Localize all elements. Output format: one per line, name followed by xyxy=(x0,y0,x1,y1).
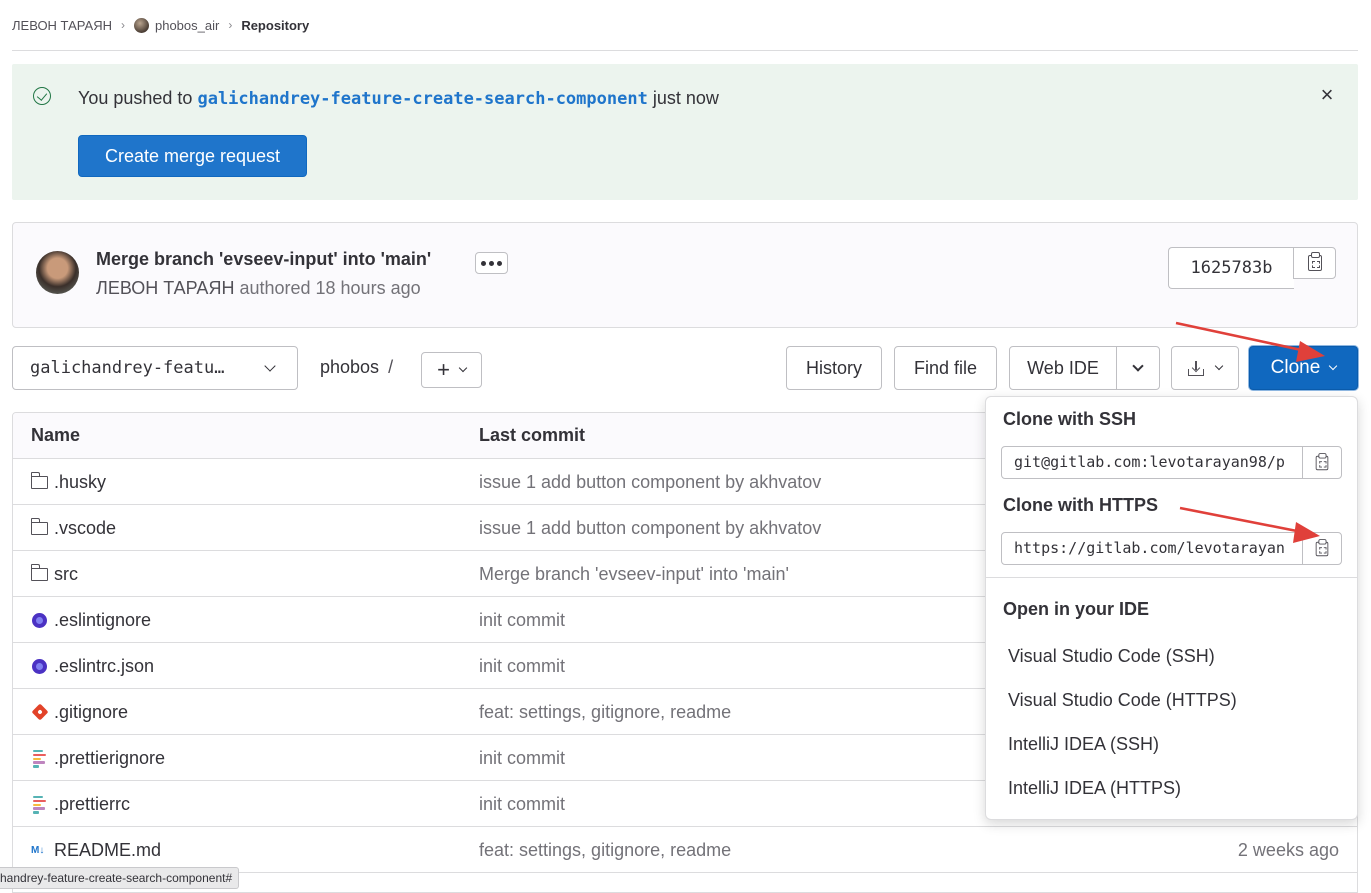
chevron-down-icon xyxy=(264,360,276,372)
clone-button[interactable]: Clone xyxy=(1249,346,1358,390)
eslint-icon xyxy=(32,659,47,674)
clone-ssh-heading: Clone with SSH xyxy=(1003,409,1137,429)
chevron-right-icon: › xyxy=(228,18,233,32)
add-to-tree-dropdown[interactable]: + xyxy=(421,352,482,388)
breadcrumb-project[interactable]: phobos_air xyxy=(155,18,219,33)
web-ide-options-button[interactable] xyxy=(1116,346,1160,390)
close-icon[interactable]: × xyxy=(1316,84,1338,106)
divider xyxy=(986,577,1357,578)
chevron-down-icon xyxy=(458,363,468,373)
file-name-link[interactable]: .prettierignore xyxy=(54,748,165,769)
ide-option-vscode-ssh[interactable]: Visual Studio Code (SSH) xyxy=(1008,646,1215,667)
file-name-link[interactable]: .husky xyxy=(54,472,106,493)
repo-path-root[interactable]: phobos xyxy=(320,357,379,377)
commit-message-link[interactable]: init commit xyxy=(479,656,565,677)
last-commit-panel: Merge branch 'evseev-input' into 'main' … xyxy=(12,222,1358,328)
ide-option-intellij-ssh[interactable]: IntelliJ IDEA (SSH) xyxy=(1008,734,1159,755)
chevron-down-icon xyxy=(1214,361,1224,371)
ide-option-vscode-https[interactable]: Visual Studio Code (HTTPS) xyxy=(1008,690,1237,711)
commit-sha[interactable]: 1625783b xyxy=(1168,247,1294,289)
commit-date: 2 weeks ago xyxy=(1237,840,1339,860)
file-name-link[interactable]: .prettierrc xyxy=(54,794,130,815)
download-icon xyxy=(1188,360,1204,376)
chevron-down-icon xyxy=(1329,361,1338,371)
git-icon xyxy=(31,703,49,721)
commit-message-link[interactable]: Merge branch 'evseev-input' into 'main' xyxy=(479,564,789,585)
history-button[interactable]: History xyxy=(786,346,882,390)
breadcrumb: ЛЕВОН ТАРАЯН › phobos_air › Repository xyxy=(12,16,309,34)
ssh-url-field[interactable]: git@gitlab.com:levotarayan98/p xyxy=(1001,446,1303,479)
ellipsis-icon xyxy=(481,260,486,266)
commit-message-link[interactable]: issue 1 add button component by akhvatov xyxy=(479,472,821,493)
markdown-icon: M↓ xyxy=(31,845,45,856)
file-name-link[interactable]: README.md xyxy=(54,840,161,861)
commit-message-link[interactable]: feat: settings, gitignore, readme xyxy=(479,840,731,861)
web-ide-button[interactable]: Web IDE xyxy=(1009,346,1117,390)
commit-description-toggle-button[interactable] xyxy=(475,252,508,274)
file-name-link[interactable]: .eslintignore xyxy=(54,610,151,631)
breadcrumb-current[interactable]: Repository xyxy=(241,18,309,33)
copy-https-url-button[interactable] xyxy=(1302,532,1342,565)
clipboard-icon xyxy=(1315,538,1329,556)
commit-title[interactable]: Merge branch 'evseev-input' into 'main' xyxy=(96,249,431,270)
push-alert: You pushed to galichandrey-feature-creat… xyxy=(12,64,1358,200)
clone-dropdown: Clone with SSH git@gitlab.com:levotaraya… xyxy=(985,396,1358,820)
repo-path: phobos / xyxy=(320,357,394,377)
eslint-icon xyxy=(32,613,47,628)
avatar[interactable] xyxy=(36,251,79,294)
commit-author[interactable]: ЛЕВОН ТАРАЯН xyxy=(96,278,234,298)
check-circle-icon xyxy=(33,87,51,105)
plus-icon: + xyxy=(437,357,450,382)
alert-message: You pushed to galichandrey-feature-creat… xyxy=(78,88,719,109)
alert-branch-name[interactable]: galichandrey-feature-create-search-compo… xyxy=(197,89,647,109)
file-name-link[interactable]: .gitignore xyxy=(54,702,128,723)
https-url-field[interactable]: https://gitlab.com/levotarayan xyxy=(1001,532,1303,565)
file-name-link[interactable]: .eslintrc.json xyxy=(54,656,154,677)
create-merge-request-button[interactable]: Create merge request xyxy=(78,135,307,177)
commit-message-link[interactable]: issue 1 add button component by akhvatov xyxy=(479,518,821,539)
divider xyxy=(12,50,1358,51)
commit-message-link[interactable]: init commit xyxy=(479,748,565,769)
project-avatar xyxy=(133,17,149,33)
download-source-button[interactable] xyxy=(1171,346,1239,390)
column-header-last-commit: Last commit xyxy=(479,425,586,445)
clone-https-heading: Clone with HTTPS xyxy=(1003,495,1158,515)
clipboard-icon xyxy=(1307,252,1322,271)
chevron-right-icon: › xyxy=(120,18,125,32)
prettier-icon xyxy=(33,796,46,814)
open-in-ide-heading: Open in your IDE xyxy=(1003,599,1150,619)
commit-message-link[interactable]: init commit xyxy=(479,794,565,815)
find-file-button[interactable]: Find file xyxy=(894,346,997,390)
ide-option-intellij-https[interactable]: IntelliJ IDEA (HTTPS) xyxy=(1008,778,1181,799)
column-header-name: Name xyxy=(31,425,81,445)
folder-icon xyxy=(30,518,48,535)
commit-message-link[interactable]: init commit xyxy=(479,610,565,631)
link-status-bar: handrey-feature-create-search-component# xyxy=(0,867,240,889)
prettier-icon xyxy=(33,750,46,768)
file-name-link[interactable]: .vscode xyxy=(54,518,116,539)
chevron-down-icon xyxy=(1132,359,1144,372)
file-name-link[interactable]: src xyxy=(54,564,78,585)
folder-icon xyxy=(30,564,48,581)
folder-icon xyxy=(30,472,48,489)
clipboard-icon xyxy=(1315,452,1329,470)
copy-sha-button[interactable] xyxy=(1293,247,1336,279)
branch-selector[interactable]: galichandrey-featu… xyxy=(12,346,298,390)
breadcrumb-owner[interactable]: ЛЕВОН ТАРАЯН xyxy=(12,18,112,33)
commit-message-link[interactable]: feat: settings, gitignore, readme xyxy=(479,702,731,723)
copy-ssh-url-button[interactable] xyxy=(1302,446,1342,479)
commit-meta: ЛЕВОН ТАРАЯН authored 18 hours ago xyxy=(96,278,421,298)
